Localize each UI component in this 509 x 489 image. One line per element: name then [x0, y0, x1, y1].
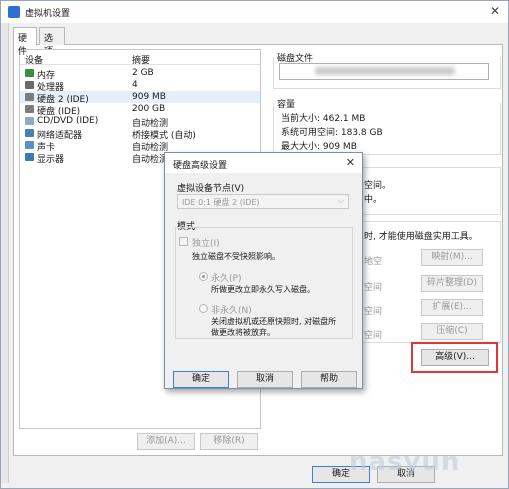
- device-row[interactable]: 硬盘 2 (IDE) 909 MB: [20, 91, 260, 105]
- tab-hardware[interactable]: 硬件: [13, 27, 37, 57]
- device-summary: 200 GB: [132, 104, 166, 114]
- remove-device-button[interactable]: 移除(R): [200, 433, 258, 450]
- cd-dvd-icon: [25, 117, 34, 125]
- background-edge: [1, 23, 9, 483]
- device-row[interactable]: 处理器 4: [20, 79, 260, 93]
- persistent-desc: 所做更改立即永久写入磁盘。: [211, 285, 315, 294]
- independent-checkbox[interactable]: [179, 237, 188, 246]
- compact-desc: 空间: [364, 331, 383, 341]
- persistent-radio[interactable]: [199, 272, 208, 281]
- persistent-label: 永久(P): [211, 274, 242, 284]
- window-title: 虚拟机设置: [25, 9, 71, 19]
- device-summary: 909 MB: [132, 92, 166, 102]
- device-row[interactable]: 内存 2 GB: [20, 67, 260, 81]
- column-device: 设备: [25, 56, 44, 66]
- disk-utilities-note: 时, 才能使用磁盘实用工具。: [364, 232, 478, 242]
- nonpersistent-desc-1: 关闭虚拟机或还原快照时, 对磁盘所: [211, 317, 337, 326]
- redacted-path: [315, 67, 455, 75]
- device-name: CD/DVD (IDE): [37, 116, 99, 126]
- nonpersistent-label: 非永久(N): [211, 306, 252, 316]
- advanced-disk-dialog: 硬盘高级设置 ✕ 虚拟设备节点(V) IDE 0:1 硬盘 2 (IDE) ⌵ …: [164, 152, 363, 389]
- device-summary: 自动检测: [132, 155, 169, 165]
- title-bar: 虚拟机设置 ✕: [1, 1, 508, 23]
- device-name: 显示器: [37, 155, 65, 165]
- device-row[interactable]: 声卡 自动检测: [20, 139, 260, 153]
- monitor-icon: [25, 153, 34, 161]
- device-row[interactable]: CD/DVD (IDE) 自动检测: [20, 115, 260, 129]
- max-size-text: 最大大小: 909 MB: [281, 142, 357, 152]
- nonpersistent-desc-2: 做更改将被放弃。: [211, 328, 275, 337]
- dialog-title: 硬盘高级设置: [173, 161, 228, 171]
- expand-desc: 空间: [364, 307, 383, 317]
- virtual-node-select[interactable]: IDE 0:1 硬盘 2 (IDE) ⌵: [177, 194, 349, 209]
- watermark: nasyun: [349, 447, 461, 477]
- dialog-cancel-button[interactable]: 取消: [237, 371, 293, 388]
- current-size-text: 当前大小: 462.1 MB: [281, 114, 366, 124]
- column-summary: 摘要: [132, 56, 151, 66]
- disk-info-line1: 空间。: [364, 181, 392, 191]
- device-row[interactable]: 网络适配器 桥接模式 (自动): [20, 127, 260, 141]
- free-space-text: 系统可用空间: 183.8 GB: [281, 128, 383, 138]
- network-adapter-icon: [25, 129, 34, 137]
- dialog-ok-button[interactable]: 确定: [173, 371, 229, 388]
- memory-icon: [25, 69, 34, 77]
- virtual-node-value: IDE 0:1 硬盘 2 (IDE): [182, 198, 260, 207]
- tab-options[interactable]: 选项: [39, 27, 65, 57]
- device-row[interactable]: 硬盘 (IDE) 200 GB: [20, 103, 260, 117]
- device-summary: 2 GB: [132, 68, 154, 78]
- device-list-header: 设备 摘要: [20, 50, 260, 66]
- hard-disk-icon: [25, 105, 34, 113]
- defrag-button[interactable]: 碎片整理(D): [421, 275, 483, 292]
- defrag-desc: 空间: [364, 283, 383, 293]
- cpu-icon: [25, 81, 34, 89]
- dialog-title-bar: 硬盘高级设置 ✕: [165, 153, 362, 173]
- compact-button[interactable]: 压缩(C): [421, 323, 483, 340]
- independent-label: 独立(I): [192, 239, 220, 249]
- device-summary: 4: [132, 80, 138, 90]
- map-desc: 地空: [364, 257, 383, 267]
- disk-info-line2: 中。: [364, 195, 383, 205]
- sound-card-icon: [25, 141, 34, 149]
- map-button[interactable]: 映射(M)...: [421, 249, 483, 266]
- virtual-node-label: 虚拟设备节点(V): [177, 184, 245, 194]
- add-device-button[interactable]: 添加(A)...: [137, 433, 195, 450]
- disk-file-path-field[interactable]: [279, 63, 489, 80]
- dialog-close-icon[interactable]: ✕: [346, 156, 355, 169]
- close-icon[interactable]: ✕: [490, 4, 500, 18]
- app-icon: [8, 6, 20, 18]
- expand-button[interactable]: 扩展(E)...: [421, 299, 483, 316]
- highlight-annotation: [411, 342, 498, 373]
- dialog-help-button[interactable]: 帮助: [301, 371, 357, 388]
- independent-desc: 独立磁盘不受快照影响。: [192, 252, 280, 261]
- nonpersistent-radio[interactable]: [199, 304, 208, 313]
- chevron-down-icon: ⌵: [337, 196, 344, 205]
- hard-disk-icon: [25, 93, 34, 101]
